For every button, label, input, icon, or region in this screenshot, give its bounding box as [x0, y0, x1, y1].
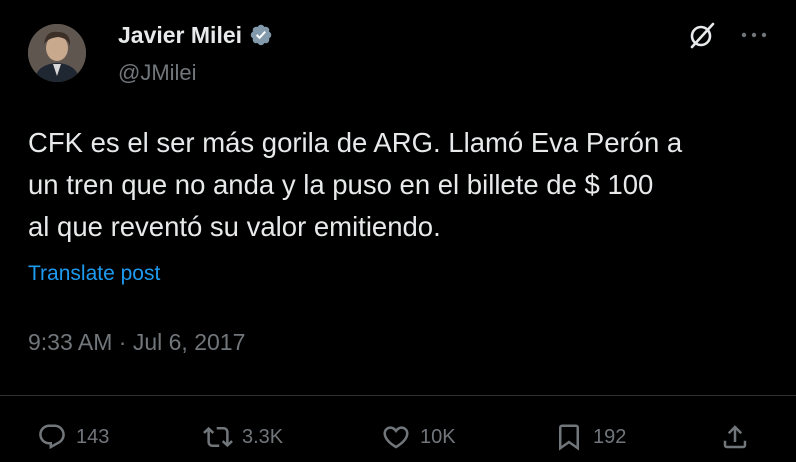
author-handle[interactable]: @JMilei — [118, 59, 197, 87]
repost-button[interactable]: 3.3K — [203, 422, 283, 452]
repost-count: 3.3K — [242, 425, 284, 448]
like-button[interactable]: 10K — [381, 422, 456, 452]
avatar-image — [28, 24, 86, 82]
avatar[interactable] — [28, 24, 86, 82]
author-name[interactable]: Javier Milei — [118, 20, 242, 50]
like-count: 10K — [420, 425, 456, 448]
reply-count: 143 — [76, 425, 110, 448]
grok-icon[interactable] — [687, 20, 717, 50]
share-icon — [723, 425, 747, 449]
verified-icon — [250, 24, 272, 46]
bookmark-button[interactable]: 192 — [554, 422, 626, 452]
divider — [0, 395, 796, 396]
reply-button[interactable]: 143 — [37, 422, 109, 452]
repost-icon — [203, 426, 233, 448]
author-row: Javier Milei — [118, 20, 273, 50]
translate-post-link[interactable]: Translate post — [28, 260, 160, 288]
like-icon — [383, 426, 409, 449]
bookmark-count: 192 — [593, 425, 627, 448]
more-icon[interactable] — [738, 20, 770, 50]
share-button[interactable] — [720, 422, 750, 452]
bookmark-icon — [559, 424, 579, 451]
post-timestamp[interactable]: 9:33 AM · Jul 6, 2017 — [28, 326, 245, 358]
post-text: CFK es el ser más gorila de ARG. Llamó E… — [28, 127, 683, 242]
reply-icon — [39, 424, 65, 450]
